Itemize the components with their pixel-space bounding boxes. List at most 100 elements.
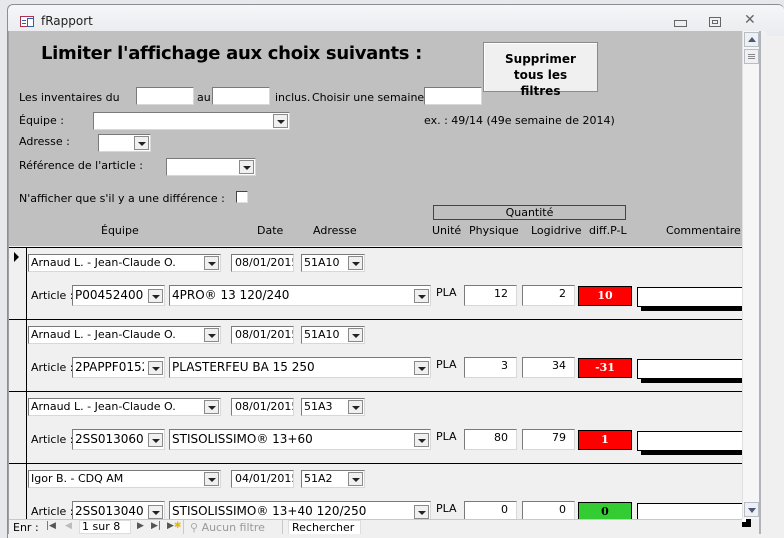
filter-status[interactable]: ⚲ Aucun filtre <box>190 521 265 534</box>
dropdown-arrow-icon[interactable] <box>148 433 163 447</box>
date-field[interactable]: 08/01/2015 <box>231 326 294 344</box>
physical-qty-input[interactable]: 3 <box>464 357 517 378</box>
physical-qty-input[interactable]: 80 <box>464 429 517 450</box>
previous-record-icon[interactable]: ◀ <box>65 521 72 531</box>
team-combo[interactable]: Arnaud L. - Jean-Claude O. <box>28 254 221 272</box>
record-row: Arnaud L. - Jean-Claude O. 08/01/2015 51… <box>9 319 747 391</box>
logidrive-qty-field[interactable]: 79 <box>522 429 575 450</box>
address-filter-combo[interactable] <box>98 134 151 152</box>
date-to-input[interactable] <box>212 87 270 105</box>
scroll-thumb[interactable] <box>744 49 759 64</box>
address-value: 51A3 <box>304 400 333 413</box>
article-ref-filter-combo[interactable] <box>166 158 256 176</box>
scroll-down-arrow-icon[interactable] <box>744 502 759 517</box>
dropdown-arrow-icon[interactable] <box>204 256 219 270</box>
team-combo[interactable]: Igor B. - CDQ AM <box>28 470 221 488</box>
restore-button[interactable] <box>708 16 722 27</box>
article-ref-combo[interactable]: 2SS0130602 <box>72 429 165 450</box>
record-row: Arnaud L. - Jean-Claude O. 08/01/2015 51… <box>9 247 747 319</box>
last-record-icon[interactable]: ▶| <box>151 521 161 531</box>
dropdown-arrow-icon[interactable] <box>348 328 363 342</box>
article-name-combo[interactable]: PLASTERFEU BA 15 250 <box>169 357 431 378</box>
vertical-scrollbar[interactable] <box>742 31 759 519</box>
date-from-input[interactable] <box>136 87 194 105</box>
team-filter-combo[interactable] <box>93 112 290 130</box>
comment-input[interactable] <box>637 359 747 379</box>
clear-filters-label: Supprimer tous les filtres <box>505 52 576 98</box>
record-selector[interactable] <box>9 392 27 463</box>
current-record-arrow-icon <box>14 252 19 262</box>
dropdown-arrow-icon[interactable] <box>414 433 429 447</box>
dropdown-arrow-icon[interactable] <box>348 256 363 270</box>
article-name-value: STISOLISSIMO® 13+60 <box>172 432 313 446</box>
article-name-value: STISOLISSIMO® 13+40 120/250 <box>172 504 367 518</box>
dropdown-arrow-icon[interactable] <box>414 505 429 519</box>
article-name-combo[interactable]: STISOLISSIMO® 13+60 <box>169 429 431 450</box>
col-diff: diff.P-L <box>589 224 627 237</box>
address-combo[interactable]: 51A3 <box>301 398 365 416</box>
unit-value: PLA <box>436 502 457 515</box>
dropdown-arrow-icon[interactable] <box>204 472 219 486</box>
logidrive-qty-field[interactable]: 2 <box>522 285 575 306</box>
new-record-icon[interactable]: ▶✱ <box>167 521 181 531</box>
record-selector[interactable] <box>9 248 27 319</box>
date-field[interactable]: 08/01/2015 <box>231 398 294 416</box>
current-record-input[interactable]: 1 sur 8 <box>79 520 131 534</box>
col-logidrive: Logidrive <box>531 224 582 237</box>
next-record-icon[interactable]: ▶ <box>137 521 144 531</box>
article-ref-value: 2PAPPF0152 <box>75 360 144 374</box>
date-field[interactable]: 08/01/2015 <box>231 254 294 272</box>
col-physical: Physique <box>469 224 519 237</box>
logidrive-qty-field[interactable]: 34 <box>522 357 575 378</box>
diff-only-checkbox[interactable] <box>236 191 248 203</box>
dropdown-arrow-icon[interactable] <box>273 114 288 128</box>
dropdown-arrow-icon[interactable] <box>414 361 429 375</box>
address-value: 51A10 <box>304 256 340 269</box>
clear-filters-button[interactable]: Supprimer tous les filtres <box>483 42 598 98</box>
team-combo[interactable]: Arnaud L. - Jean-Claude O. <box>28 398 221 416</box>
dropdown-arrow-icon[interactable] <box>204 400 219 414</box>
close-button[interactable]: ✕ <box>744 13 762 27</box>
address-value: 51A2 <box>304 472 333 485</box>
record-selector[interactable] <box>9 320 27 391</box>
diff-only-label: N'afficher que s'il y a une différence : <box>19 192 225 205</box>
dropdown-arrow-icon[interactable] <box>348 472 363 486</box>
dropdown-arrow-icon[interactable] <box>134 136 149 150</box>
team-combo[interactable]: Arnaud L. - Jean-Claude O. <box>28 326 221 344</box>
dropdown-arrow-icon[interactable] <box>148 361 163 375</box>
first-record-icon[interactable]: |◀ <box>46 521 56 531</box>
scroll-up-arrow-icon[interactable] <box>744 32 759 47</box>
filter-header: Limiter l'affichage aux choix suivants :… <box>9 31 742 246</box>
window-border <box>759 31 761 534</box>
week-input[interactable] <box>424 87 482 105</box>
week-label: Choisir une semaine : <box>312 91 432 104</box>
address-combo[interactable]: 51A10 <box>301 254 365 272</box>
date-field[interactable]: 04/01/2015 <box>231 470 294 488</box>
article-ref-filter-label: Référence de l'article : <box>19 159 143 172</box>
dropdown-arrow-icon[interactable] <box>239 160 254 174</box>
dropdown-arrow-icon[interactable] <box>148 505 163 519</box>
article-name-value: 4PRO® 13 120/240 <box>172 288 290 302</box>
article-name-combo[interactable]: 4PRO® 13 120/240 <box>169 285 431 306</box>
window-title: fRapport <box>41 14 93 28</box>
address-combo[interactable]: 51A10 <box>301 326 365 344</box>
article-ref-value: P00452400 <box>75 288 144 302</box>
comment-input[interactable] <box>637 287 747 307</box>
comment-input[interactable] <box>637 431 747 451</box>
minimize-button[interactable] <box>674 16 688 27</box>
article-ref-combo[interactable]: P00452400 <box>72 285 165 306</box>
address-combo[interactable]: 51A2 <box>301 470 365 488</box>
physical-qty-input[interactable]: 12 <box>464 285 517 306</box>
article-label: Article : <box>31 289 74 302</box>
article-name-value: PLASTERFEU BA 15 250 <box>172 360 315 374</box>
dropdown-arrow-icon[interactable] <box>148 289 163 303</box>
team-value: Arnaud L. - Jean-Claude O. <box>31 256 176 269</box>
dropdown-arrow-icon[interactable] <box>414 289 429 303</box>
dropdown-arrow-icon[interactable] <box>204 328 219 342</box>
search-input[interactable]: Rechercher <box>288 520 361 534</box>
dropdown-arrow-icon[interactable] <box>348 400 363 414</box>
filter-heading: Limiter l'affichage aux choix suivants : <box>41 43 423 64</box>
article-ref-combo[interactable]: 2PAPPF0152 <box>72 357 165 378</box>
diff-value: 10 <box>578 286 632 306</box>
record-label: Enr : <box>13 521 39 534</box>
